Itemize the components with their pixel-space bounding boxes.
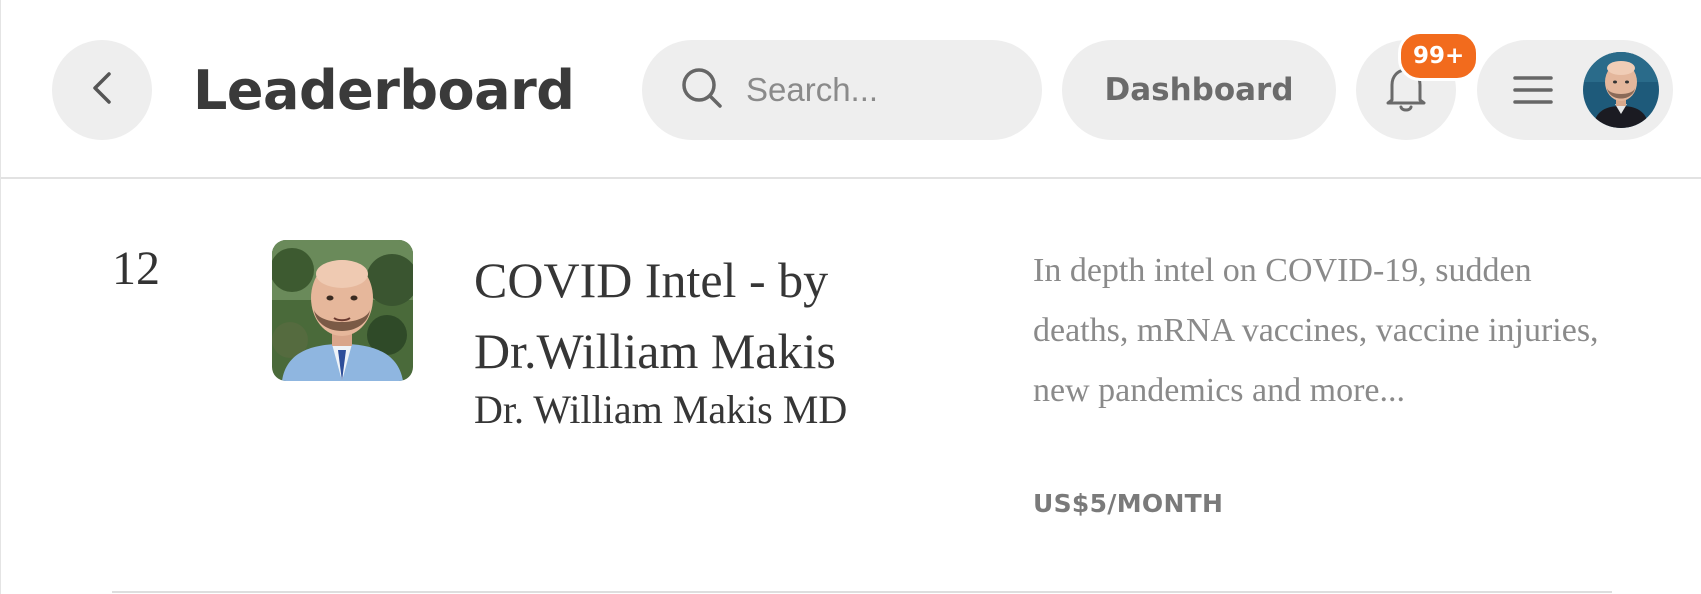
rank-number: 12 (112, 242, 160, 295)
row-divider (112, 591, 1612, 593)
top-navbar: Leaderboard Dashboard 99+ (1, 0, 1701, 179)
notification-count-badge: 99+ (1398, 31, 1480, 81)
publication-logo[interactable] (272, 240, 413, 381)
publication-author[interactable]: Dr. William Makis MD (474, 385, 847, 435)
publication-description: In depth intel on COVID-19, sudden death… (1033, 252, 1599, 409)
back-button[interactable] (52, 40, 152, 140)
leaderboard-row[interactable]: 12 COVID Intel - by Dr.William Makis Dr.… (1, 179, 1701, 594)
page: Leaderboard Dashboard 99+ (0, 0, 1701, 594)
publication-title[interactable]: COVID Intel - by Dr.William Makis (474, 245, 944, 387)
search-icon (680, 66, 724, 115)
chevron-left-icon (87, 68, 117, 113)
hamburger-menu-icon (1513, 70, 1553, 115)
dashboard-button[interactable]: Dashboard (1062, 40, 1336, 140)
page-title: Leaderboard (193, 59, 575, 122)
user-avatar (1583, 52, 1659, 128)
search-bar[interactable] (642, 40, 1042, 140)
search-input[interactable] (744, 70, 1008, 110)
subscription-price: US$5/MONTH (1033, 489, 1224, 518)
user-menu-button[interactable] (1477, 40, 1673, 140)
